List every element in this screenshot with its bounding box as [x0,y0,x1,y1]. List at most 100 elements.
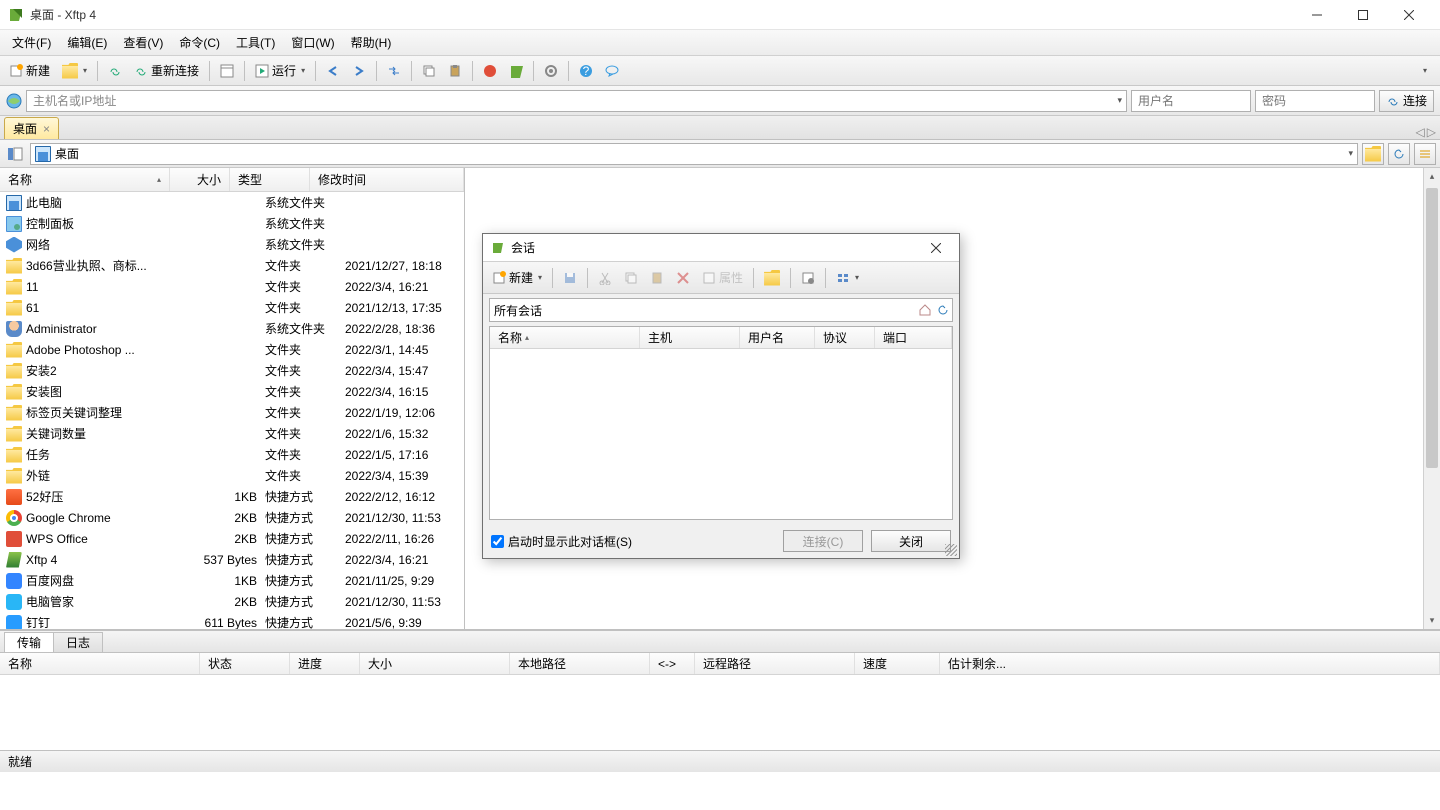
dialog-close-footer-button[interactable]: 关闭 [871,530,951,552]
col-date[interactable]: 修改时间 [310,168,464,191]
dlg-new-button[interactable]: 新建▾ [487,266,547,290]
chat-button[interactable] [600,59,624,83]
col-size[interactable]: 大小 [170,168,230,191]
dlg-paste-button[interactable] [645,266,669,290]
open-button[interactable]: ▾ [57,59,92,83]
dlg-save-button[interactable] [558,266,582,290]
sync-button[interactable] [382,59,406,83]
file-row[interactable]: 关键词数量文件夹2022/1/6, 15:32 [0,423,464,444]
th-progress[interactable]: 进度 [290,653,360,674]
view-mode-button[interactable] [1414,143,1436,165]
col-type[interactable]: 类型 [230,168,310,191]
host-input[interactable]: 主机名或IP地址▾ [26,90,1127,112]
file-row[interactable]: Xftp 4537 Bytes快捷方式2022/3/4, 16:21 [0,549,464,570]
dialog-session-list[interactable]: 名称▴ 主机 用户名 协议 端口 [489,326,953,520]
tab-prev-icon[interactable]: ◁ [1416,125,1425,139]
dlg-cut-button[interactable] [593,266,617,290]
file-row[interactable]: Adobe Photoshop ...文件夹2022/3/1, 14:45 [0,339,464,360]
th-arrow[interactable]: <-> [650,653,695,674]
file-row[interactable]: Administrator系统文件夹2022/2/28, 18:36 [0,318,464,339]
file-list[interactable]: 此电脑系统文件夹控制面板系统文件夹网络系统文件夹3d66营业执照、商标...文件… [0,192,464,629]
link-button[interactable] [103,59,127,83]
dialog-filter-box[interactable]: 所有会话 [489,298,953,322]
dialog-close-button[interactable] [931,243,951,253]
th-local[interactable]: 本地路径 [510,653,650,674]
toolbar-overflow[interactable]: ▾ [1412,59,1436,83]
menu-help[interactable]: 帮助(H) [343,31,400,54]
dlg-view-button[interactable]: ▾ [831,266,864,290]
file-row[interactable]: 52好压1KB快捷方式2022/2/12, 16:12 [0,486,464,507]
tab-desktop[interactable]: 桌面 × [4,117,59,139]
th-size[interactable]: 大小 [360,653,510,674]
right-scrollbar[interactable]: ▴ ▾ [1423,168,1440,629]
menu-edit[interactable]: 编辑(E) [59,31,115,54]
file-row[interactable]: 电脑管家2KB快捷方式2021/12/30, 11:53 [0,591,464,612]
tab-close-icon[interactable]: × [43,122,50,136]
stop-button[interactable] [478,59,502,83]
tab-transfer[interactable]: 传输 [4,632,54,652]
scrollbar-thumb[interactable] [1426,188,1438,468]
file-row[interactable]: 钉钉611 Bytes快捷方式2021/5/6, 9:39 [0,612,464,629]
copy-button[interactable] [417,59,441,83]
username-input[interactable] [1131,90,1251,112]
file-row[interactable]: 外链文件夹2022/3/4, 15:39 [0,465,464,486]
th-remote[interactable]: 远程路径 [695,653,855,674]
maximize-button[interactable] [1340,0,1386,30]
file-row[interactable]: Google Chrome2KB快捷方式2021/12/30, 11:53 [0,507,464,528]
path-input[interactable]: 桌面 ▾ [30,143,1358,165]
tab-next-icon[interactable]: ▷ [1427,125,1436,139]
th-status[interactable]: 状态 [200,653,290,674]
forward-button[interactable] [347,59,371,83]
file-row[interactable]: 3d66营业执照、商标...文件夹2021/12/27, 18:18 [0,255,464,276]
resize-grip[interactable] [945,544,957,556]
close-button[interactable] [1386,0,1432,30]
menu-view[interactable]: 查看(V) [115,31,171,54]
file-row[interactable]: 安装2文件夹2022/3/4, 15:47 [0,360,464,381]
file-row[interactable]: WPS Office2KB快捷方式2022/2/11, 16:26 [0,528,464,549]
home-icon[interactable] [918,303,932,317]
th-speed[interactable]: 速度 [855,653,940,674]
file-row[interactable]: 任务文件夹2022/1/5, 17:16 [0,444,464,465]
paste-button[interactable] [443,59,467,83]
dlg-col-port[interactable]: 端口 [875,327,952,348]
run-button[interactable]: 运行▾ [250,59,310,83]
th-name[interactable]: 名称 [0,653,200,674]
sidebar-toggle-button[interactable] [4,143,26,165]
minimize-button[interactable] [1294,0,1340,30]
menu-window[interactable]: 窗口(W) [283,31,342,54]
file-row[interactable]: 61文件夹2021/12/13, 17:35 [0,297,464,318]
refresh-icon[interactable] [936,303,950,317]
sync-folders-button[interactable] [504,59,528,83]
dialog-connect-button[interactable]: 连接(C) [783,530,863,552]
file-row[interactable]: 此电脑系统文件夹 [0,192,464,213]
file-row[interactable]: 11文件夹2022/3/4, 16:21 [0,276,464,297]
dlg-delete-button[interactable] [671,266,695,290]
new-button[interactable]: 新建 [4,59,55,83]
file-row[interactable]: 网络系统文件夹 [0,234,464,255]
file-row[interactable]: 百度网盘1KB快捷方式2021/11/25, 9:29 [0,570,464,591]
menu-command[interactable]: 命令(C) [171,31,228,54]
connect-button[interactable]: 连接 [1379,90,1434,112]
session-list-button[interactable] [215,59,239,83]
settings-button[interactable] [539,59,563,83]
menu-tools[interactable]: 工具(T) [228,31,283,54]
tab-log[interactable]: 日志 [53,632,103,652]
dialog-titlebar[interactable]: 会话 [483,234,959,262]
reconnect-button[interactable]: 重新连接 [129,59,204,83]
menu-file[interactable]: 文件(F) [4,31,59,54]
password-input[interactable] [1255,90,1375,112]
file-row[interactable]: 控制面板系统文件夹 [0,213,464,234]
dlg-options-button[interactable] [796,266,820,290]
file-row[interactable]: 标签页关键词整理文件夹2022/1/19, 12:06 [0,402,464,423]
file-row[interactable]: 安装图文件夹2022/3/4, 16:15 [0,381,464,402]
dlg-properties-button[interactable]: 属性 [697,266,748,290]
back-button[interactable] [321,59,345,83]
up-folder-button[interactable] [1362,143,1384,165]
dlg-col-user[interactable]: 用户名 [740,327,815,348]
help-button[interactable]: ? [574,59,598,83]
col-name[interactable]: 名称▴ [0,168,170,191]
dlg-col-host[interactable]: 主机 [640,327,740,348]
show-on-startup-checkbox[interactable]: 启动时显示此对话框(S) [491,533,632,550]
refresh-button[interactable] [1388,143,1410,165]
th-eta[interactable]: 估计剩余... [940,653,1440,674]
